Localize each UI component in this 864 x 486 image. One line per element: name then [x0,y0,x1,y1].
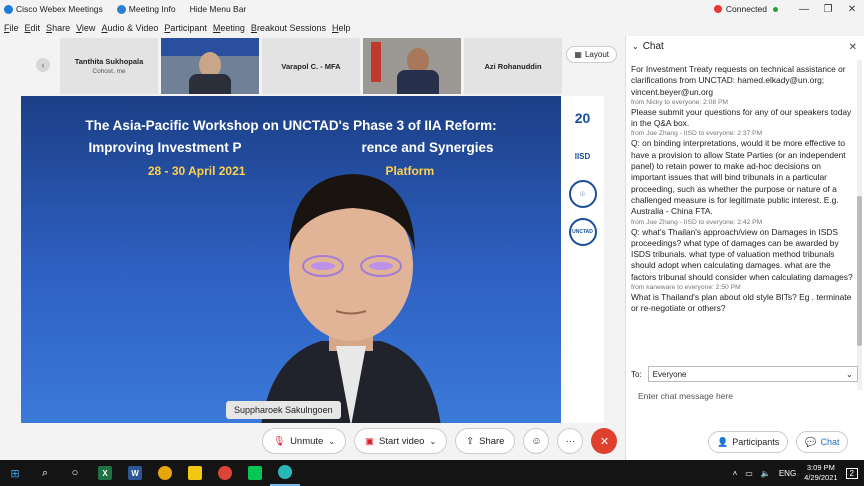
microphone-muted-icon: 🎙 [273,435,286,447]
thumbnails-prev-icon[interactable]: ‹ [36,58,50,72]
start-video-button[interactable]: ▣ Start video ⌄ [354,428,448,454]
chevron-down-icon[interactable]: ⌄ [328,437,335,446]
chat-message: from kaneware to everyone: 2:50 PM What … [631,284,852,314]
menu-view[interactable]: View [76,23,95,33]
recipient-select[interactable]: Everyone ⌄ [647,366,858,382]
chat-recipient: To: Everyone ⌄ [631,366,858,382]
task-view-icon[interactable]: ○ [60,460,90,486]
chat-input[interactable]: Enter chat message here [638,391,733,401]
notifications-icon[interactable]: 2 [845,467,858,479]
layout-icon: ▦ [574,50,582,59]
meeting-stage: ‹ Tanthita Sukhopala Cohost, me Varapol … [0,36,625,460]
anniversary-logo: 20 [574,110,591,126]
banner-title-line2: Improving Investment Prence and Synergie… [88,140,494,155]
meeting-info-button[interactable]: Meeting Info [116,4,176,14]
chat-message: For Investment Treaty requests on techni… [631,64,846,97]
thumbnail-azi[interactable]: Azi Rohanuddin [464,38,562,94]
menu-edit[interactable]: Edit [25,23,41,33]
chat-panel: ⌄ Chat ✕ For Investment Treaty requests … [625,36,864,460]
more-options-button[interactable]: ··· [557,428,584,454]
chat-scrollbar-thumb[interactable] [857,196,862,346]
person-icon: 👤 [717,436,729,447]
banner-title-line1: The Asia-Pacific Workshop on UNCTAD's Ph… [85,118,497,133]
menu-file[interactable]: File [4,23,19,33]
hide-menu-bar-button[interactable]: Hide Menu Bar [190,4,247,14]
chat-message: from Nicky to everyone: 2:08 PM Please s… [631,98,852,129]
participants-button[interactable]: 👤 Participants [708,431,789,453]
main-video: The Asia-Pacific Workshop on UNCTAD's Ph… [21,96,604,423]
system-tray: ˄ ▭ 🔈 ENG 3:09 PM 4/29/2021 2 [733,460,858,486]
thumbnail-video-1[interactable] [161,38,259,94]
webex-logo-icon [4,4,13,14]
speaker-nameplate: Suppharoek Sakulngoen [226,401,341,419]
leave-meeting-button[interactable]: ✕ [591,428,618,454]
app-name: Cisco Webex Meetings [16,4,103,14]
menu-bar: File Edit Share View Audio & Video Parti… [0,20,357,36]
unctad-logo: UNCTAD [568,218,597,246]
chat-messages: For Investment Treaty requests on techni… [631,64,855,374]
panel-buttons: 👤 Participants 💬 Chat [708,431,849,453]
network-icon[interactable]: ▭ [745,469,753,478]
menu-share[interactable]: Share [46,23,70,33]
menu-breakout-sessions[interactable]: Breakout Sessions [251,23,326,33]
minimize-icon[interactable]: — [792,4,816,15]
close-icon[interactable]: ✕ [840,4,864,15]
webex-taskbar-icon[interactable] [270,460,300,486]
word-icon[interactable]: W [120,460,150,486]
volume-icon[interactable]: 🔈 [761,469,771,478]
smiley-icon: ☺ [531,435,542,447]
connected-status-icon [713,5,722,13]
reactions-button[interactable]: ☺ [523,428,550,454]
chat-title: Chat [642,40,664,52]
menu-meeting[interactable]: Meeting [213,23,245,33]
chrome-icon[interactable] [150,460,180,486]
share-icon: ⇪ [466,435,475,447]
layout-button[interactable]: ▦ Layout [566,46,617,63]
chevron-down-icon: ⌄ [845,369,853,379]
chat-message: from Joe Zhang - IISD to everyone: 2:42 … [631,218,853,282]
chat-header: ⌄ Chat ✕ [626,36,864,56]
participant-thumbnails: Tanthita Sukhopala Cohost, me Varapol C.… [60,38,562,96]
more-icon: ··· [565,435,576,447]
title-bar: Cisco Webex Meetings Meeting Info Hide M… [0,0,864,18]
clock[interactable]: 3:09 PM 4/29/2021 [804,463,837,483]
meeting-controls: 🎙 Unmute ⌄ ▣ Start video ⌄ ⇪ Share ☺ ···… [262,428,618,454]
chat-button[interactable]: 💬 Chat [796,431,849,453]
thumbnail-varapol[interactable]: Varapol C. - MFA [262,38,360,94]
iisd-logo: IISD [574,151,591,161]
menu-audio-video[interactable]: Audio & Video [101,23,158,33]
sticky-notes-icon[interactable] [180,460,210,486]
maximize-icon[interactable]: ❐ [816,4,840,15]
share-button[interactable]: ⇪ Share [455,428,516,454]
app-title: Cisco Webex Meetings [4,4,103,14]
speaker-video [261,174,441,423]
chat-bubble-icon: 💬 [805,436,817,447]
workshop-banner: The Asia-Pacific Workshop on UNCTAD's Ph… [21,96,561,423]
video-off-icon: ▣ [365,435,375,447]
connection-status: Connected [725,4,767,14]
menu-participant[interactable]: Participant [164,23,207,33]
excel-icon[interactable]: X [90,460,120,486]
un-emblem-icon: ☉ [568,180,597,208]
thumbnail-video-2[interactable] [363,38,461,94]
sponsor-logos: 20 IISD ☉ UNCTAD [561,96,604,423]
chevron-down-icon[interactable]: ⌄ [429,437,436,446]
close-icon: ✕ [599,435,610,448]
thumbnail-tanthita[interactable]: Tanthita Sukhopala Cohost, me [60,38,158,94]
chevron-down-icon[interactable]: ⌄ [632,42,639,51]
close-icon[interactable]: ✕ [849,42,857,53]
menu-help[interactable]: Help [332,23,351,33]
unmute-button[interactable]: 🎙 Unmute ⌄ [262,428,347,454]
chat-message: from Joe Zhang - IISD to everyone: 2:37 … [631,130,846,217]
search-icon[interactable]: ⌕ [30,460,60,486]
tray-chevron-icon[interactable]: ˄ [733,469,738,478]
chrome-icon-2[interactable] [210,460,240,486]
info-icon [116,4,126,14]
line-icon[interactable] [240,460,270,486]
windows-taskbar: ⊞ ⌕ ○ X W ˄ ▭ 🔈 ENG 3:09 PM 4/29/2021 2 [0,460,864,486]
language-indicator[interactable]: ENG [779,469,796,478]
windows-start-icon[interactable]: ⊞ [0,460,30,486]
status-dot-icon [773,6,778,12]
